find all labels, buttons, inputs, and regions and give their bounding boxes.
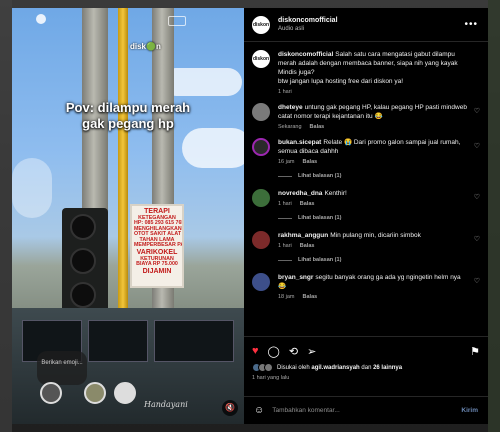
cloud — [12, 158, 52, 218]
comment-icon[interactable]: ◯ — [268, 345, 280, 358]
bus-lettering: Handayani — [144, 400, 188, 409]
share-icon[interactable]: ➢ — [307, 345, 316, 358]
caption-time: 1 hari — [278, 89, 292, 95]
bus-window — [154, 320, 234, 362]
view-replies-label: Lihat balasan (1) — [298, 215, 342, 221]
post-modal: TERAPI KETEGANGAN HP: 085 293 615 765 ME… — [12, 8, 488, 424]
comment-input[interactable] — [272, 407, 462, 414]
caption-text: diskoncomofficial Salah satu cara mengata… — [278, 50, 468, 86]
view-replies-button[interactable]: Lihat balasan (1) — [278, 215, 480, 221]
likes-prefix: Disukai oleh — [277, 364, 310, 371]
avatar[interactable] — [252, 138, 270, 156]
banner-line: BIAYA RP 75.000 — [136, 261, 178, 268]
repost-icon[interactable]: ⟲ — [289, 345, 298, 358]
like-comment-icon[interactable]: ♡ — [474, 277, 480, 285]
view-replies-label: Lihat balasan (1) — [298, 257, 342, 263]
liked-by-user[interactable]: agil.wadriansyah — [311, 365, 359, 371]
comment-username[interactable]: bryan_sngr — [278, 274, 313, 281]
post-media[interactable]: TERAPI KETEGANGAN HP: 085 293 615 765 ME… — [12, 8, 244, 424]
comment-item: bukan.sicepat Relate 😭 Dari promo galon s… — [252, 138, 480, 165]
avatar[interactable]: diskon — [252, 50, 270, 68]
more-options-icon[interactable]: ••• — [464, 19, 478, 30]
comment-time: 18 jam — [278, 294, 295, 300]
comment-item: rakhma_anggun Min pulang min, dicariin si… — [252, 231, 480, 249]
caption: diskon diskoncomofficial Salah satu cara … — [252, 50, 480, 95]
like-comment-icon[interactable]: ♡ — [474, 235, 480, 243]
divider — [278, 259, 292, 261]
caption-username[interactable]: diskoncomofficial — [278, 51, 333, 58]
like-comment-icon[interactable]: ♡ — [474, 142, 480, 150]
likes-summary[interactable]: Disukai oleh agil.wadriansyah dan 26 lai… — [252, 363, 480, 372]
post-time: 1 hari yang lalu — [252, 375, 290, 381]
audio-label[interactable]: Audio asli — [278, 26, 464, 32]
reply-button[interactable]: Balas — [300, 201, 315, 207]
background-post-left — [0, 0, 12, 432]
background-post-right — [488, 0, 500, 432]
comment-item: dheteye untung gak pegang HP, kalau pegan… — [252, 103, 480, 130]
comment-item: bryan_sngr segitu banyak orang ga ada yg … — [252, 273, 480, 300]
comment-time: 1 hari — [278, 243, 292, 249]
reply-button[interactable]: Balas — [303, 159, 318, 165]
comment-time: 16 jam — [278, 159, 295, 165]
likes-count[interactable]: 26 lainnya — [373, 365, 402, 371]
emoji-icon[interactable]: ☺ — [254, 405, 264, 416]
caption-body-2: btw jangan lupa hosting free dari diskon… — [278, 78, 404, 85]
comment-time: 1 hari — [278, 201, 292, 207]
like-comment-icon[interactable]: ♡ — [474, 193, 480, 201]
comment-time: Sekarang — [278, 124, 302, 130]
cloud — [162, 68, 242, 96]
reply-button[interactable]: Balas — [310, 124, 325, 130]
viewer-avatar — [114, 382, 136, 404]
like-icon[interactable]: ♥ — [252, 345, 259, 357]
comment-username[interactable]: bukan.sicepat — [278, 139, 321, 146]
badge-icon — [168, 16, 186, 26]
emoji-prompt[interactable]: Berikan emoji... — [37, 351, 87, 385]
reply-button[interactable]: Balas — [300, 243, 315, 249]
view-replies-button[interactable]: Lihat balasan (1) — [278, 173, 480, 179]
view-replies-label: Lihat balasan (1) — [298, 173, 342, 179]
avatar[interactable] — [252, 103, 270, 121]
comment-text: Min pulang min, dicariin simbok — [330, 232, 421, 239]
comment-username[interactable]: dheteye — [278, 104, 303, 111]
traffic-light — [62, 208, 108, 318]
comment-username[interactable]: novredha_dna — [278, 190, 322, 197]
mute-icon[interactable]: 🔇 — [222, 400, 238, 416]
roadside-banner: TERAPI KETEGANGAN HP: 085 293 615 765 ME… — [130, 204, 184, 288]
traffic-lamp — [70, 214, 96, 240]
viewer-avatar — [40, 382, 62, 404]
bus-window — [88, 320, 148, 362]
avatar[interactable] — [252, 231, 270, 249]
avatar[interactable] — [252, 189, 270, 207]
cloud — [182, 128, 244, 168]
post-actions: ♥ ◯ ⟲ ➢ ⚑ Disukai oleh agil.wadriansyah … — [244, 336, 488, 396]
watermark: disk🟢n — [130, 42, 161, 51]
reply-button[interactable]: Balas — [303, 294, 318, 300]
overlay-caption-line1: Pov: dilampu merah — [65, 100, 191, 115]
camera-icon — [36, 14, 46, 24]
comment-text: Kenthir! — [324, 190, 347, 197]
avatar[interactable]: diskon — [252, 15, 270, 34]
post-header: diskon diskoncomofficial Audio asli ••• — [244, 8, 488, 42]
comments-panel: diskon diskoncomofficial Audio asli ••• … — [244, 8, 488, 424]
avatar[interactable] — [252, 273, 270, 291]
comments-list: diskon diskoncomofficial Salah satu cara … — [244, 42, 488, 336]
likes-mid: dan — [361, 364, 372, 371]
divider — [278, 217, 292, 219]
overlay-caption-line2: gak pegang hp — [82, 116, 174, 131]
bookmark-icon[interactable]: ⚑ — [470, 345, 480, 358]
traffic-lamp — [70, 282, 96, 308]
view-replies-button[interactable]: Lihat balasan (1) — [278, 257, 480, 263]
banner-line: DIJAMIN — [142, 267, 172, 275]
comment-item: novredha_dna Kenthir! 1 hari Balas ♡ — [252, 189, 480, 207]
comment-username[interactable]: rakhma_anggun — [278, 232, 328, 239]
header-username[interactable]: diskoncomofficial — [278, 17, 464, 24]
traffic-lamp — [70, 248, 96, 274]
liker-avatars — [252, 363, 273, 372]
comment-composer: ☺ Kirim — [244, 396, 488, 424]
divider — [278, 175, 292, 177]
like-comment-icon[interactable]: ♡ — [474, 107, 480, 115]
comment-text: untung gak pegang HP, kalau pegang HP pa… — [278, 104, 467, 120]
viewer-avatar — [84, 382, 106, 404]
send-button[interactable]: Kirim — [461, 407, 478, 414]
